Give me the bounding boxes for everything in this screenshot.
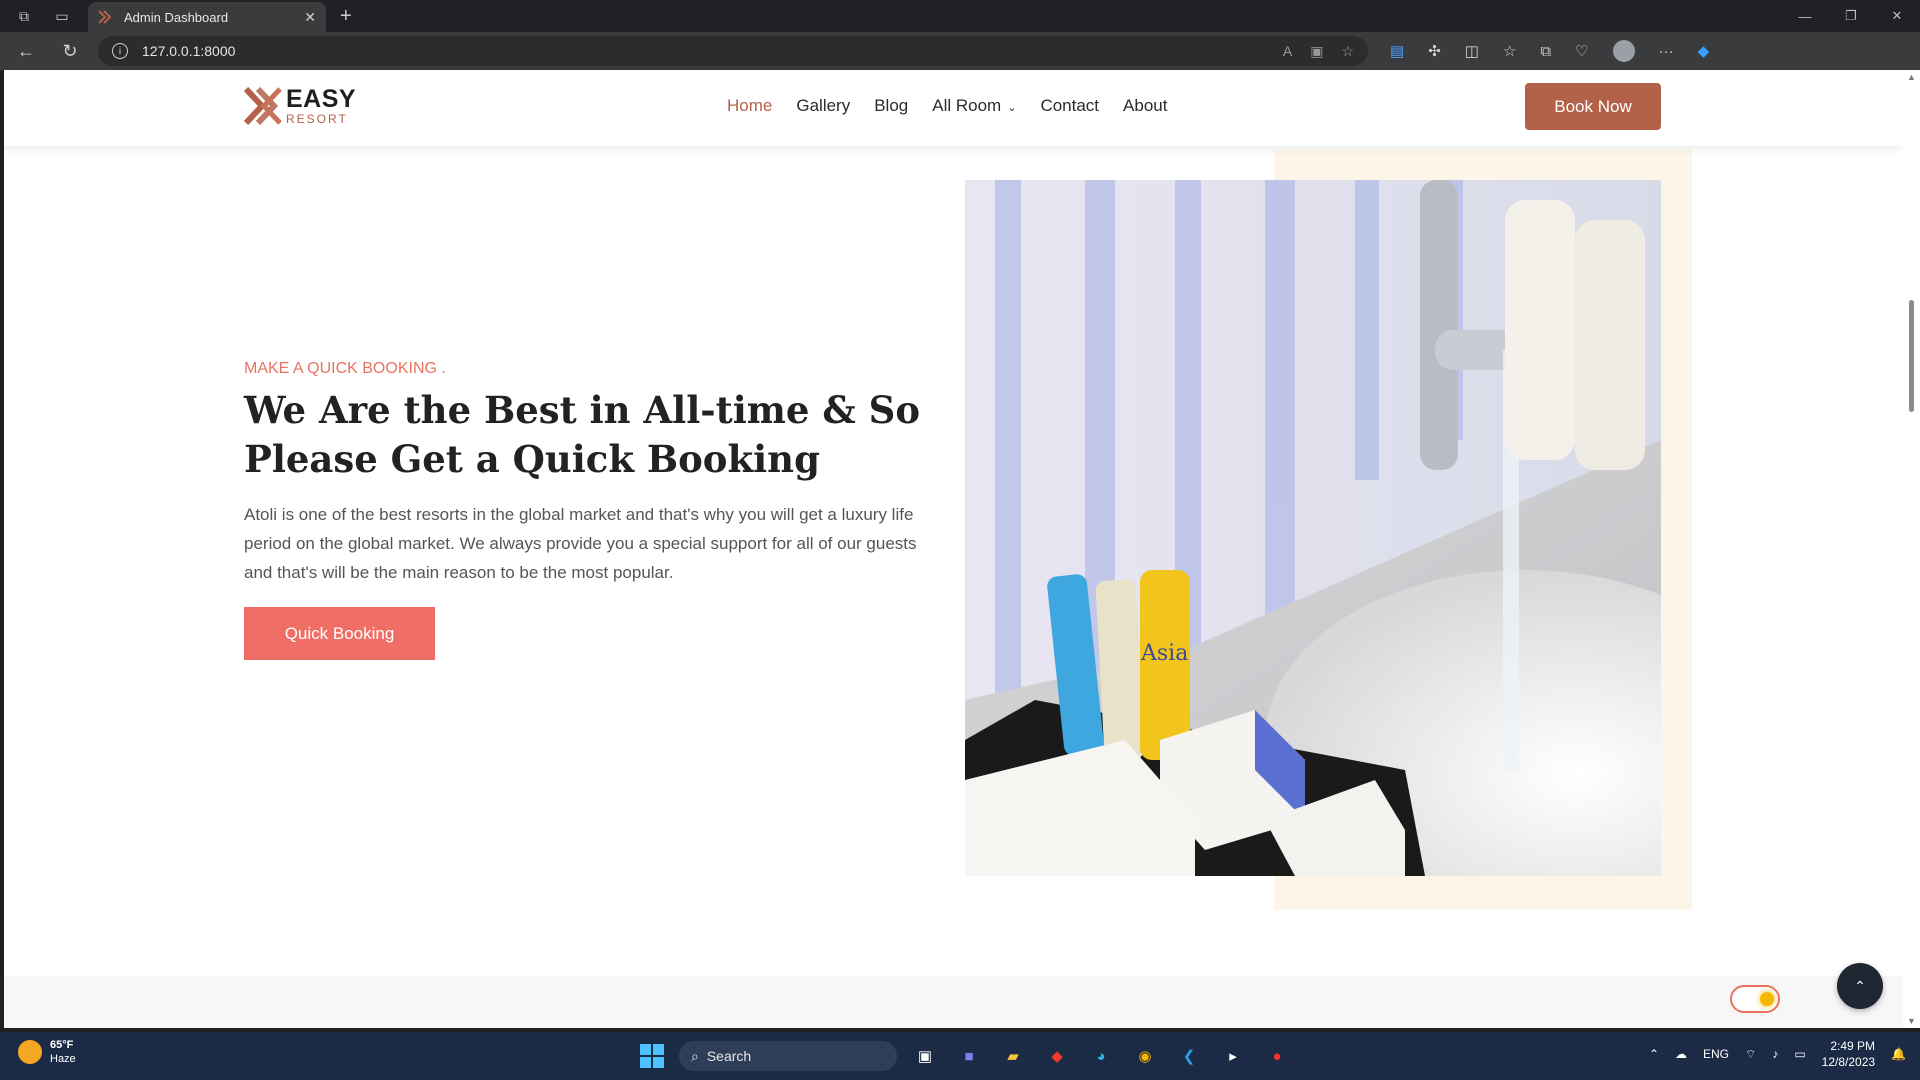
clock-date: 12/8/2023: [1821, 1055, 1876, 1069]
taskbar-apps: ⌕ Search ▣ ■ ▰ ◆ ◕ ◉ ❮ ▸ ●: [637, 1040, 1293, 1072]
theme-toggle[interactable]: [1730, 985, 1780, 1013]
chevron-up-icon[interactable]: ⌃: [1649, 1047, 1659, 1061]
copilot-icon[interactable]: ◆: [1698, 42, 1710, 60]
haze-weather-icon: [18, 1040, 42, 1064]
browser-toolbar: ▤ ✣ ◫ ☆ ⧉ ♡ ··· ◆: [1390, 40, 1709, 62]
task-view-icon[interactable]: ▣: [909, 1040, 941, 1072]
url-text: 127.0.0.1:8000: [142, 43, 236, 59]
teams-icon[interactable]: ■: [953, 1040, 985, 1072]
logo-main-text: EASY: [286, 85, 357, 113]
chrome-icon[interactable]: ◉: [1129, 1040, 1161, 1072]
hero-heading: We Are the Best in All-time & So Please …: [244, 388, 921, 481]
red-app-icon[interactable]: ◆: [1041, 1040, 1073, 1072]
weather-widget[interactable]: 65°F Haze: [18, 1038, 76, 1066]
nav-about[interactable]: About: [1123, 96, 1167, 116]
taskbar-search-label: Search: [706, 1048, 752, 1064]
new-tab-icon[interactable]: +: [340, 5, 352, 28]
favicon-icon: [98, 10, 112, 24]
more-menu-icon[interactable]: ···: [1659, 43, 1674, 60]
bathroom-amenities-image: Asia: [965, 180, 1661, 876]
back-icon[interactable]: ←: [8, 35, 44, 67]
taskbar-search[interactable]: ⌕ Search: [679, 1041, 897, 1071]
nav-contact[interactable]: Contact: [1040, 96, 1099, 116]
volume-icon[interactable]: ♪: [1772, 1047, 1778, 1061]
scroll-down-icon[interactable]: ▼: [1907, 1016, 1916, 1026]
scroll-up-icon[interactable]: ▲: [1907, 72, 1916, 82]
windows-taskbar: 65°F Haze ⌕ Search ▣ ■ ▰ ◆ ◕ ◉ ❮ ▸ ● ⌃ ☁…: [0, 1032, 1920, 1080]
split-screen-icon[interactable]: ◫: [1465, 42, 1479, 60]
tab-title: Admin Dashboard: [124, 9, 229, 25]
minimize-icon[interactable]: —: [1782, 0, 1828, 32]
page-scrollbar[interactable]: ▲ ▼: [1903, 70, 1920, 1028]
double-chevron-up-icon: ⌃: [1854, 977, 1866, 994]
battery-icon[interactable]: ▭: [1794, 1047, 1805, 1061]
nav-blog[interactable]: Blog: [874, 96, 908, 116]
scrollbar-thumb[interactable]: [1909, 300, 1914, 412]
browser-tab[interactable]: Admin Dashboard ✕: [88, 2, 326, 32]
web-page: EASY RESORT Home Gallery Blog All Room ⌄ …: [4, 70, 1903, 1028]
tab-actions-icon[interactable]: ▭: [48, 2, 76, 30]
performance-icon[interactable]: ♡: [1575, 42, 1588, 60]
restore-icon[interactable]: ❐: [1828, 0, 1874, 32]
address-bar: ← ↻ i 127.0.0.1:8000 A ▣ ☆ ▤ ✣ ◫ ☆ ⧉ ♡ ·…: [0, 32, 1920, 70]
clock[interactable]: 2:49 PM 12/8/2023: [1822, 1038, 1875, 1070]
edge-icon[interactable]: ◕: [1085, 1040, 1117, 1072]
search-icon: ⌕: [691, 1047, 699, 1064]
clock-time: 2:49 PM: [1830, 1039, 1876, 1053]
recorder-icon[interactable]: ●: [1261, 1040, 1293, 1072]
close-tab-icon[interactable]: ✕: [304, 9, 316, 26]
file-explorer-icon[interactable]: ▰: [997, 1040, 1029, 1072]
logo-sub-text: RESORT: [286, 112, 348, 126]
book-now-button[interactable]: Book Now: [1525, 83, 1661, 130]
sun-icon: [1760, 992, 1774, 1006]
extension-icon[interactable]: ▤: [1390, 42, 1404, 60]
workspaces-icon[interactable]: ⧉: [10, 2, 38, 30]
hero-image: Asia: [965, 180, 1661, 876]
onedrive-icon[interactable]: ☁: [1675, 1047, 1687, 1061]
read-aloud-icon[interactable]: A: [1283, 43, 1292, 60]
browser-tab-strip: ⧉ ▭ Admin Dashboard ✕ + — ❐ ✕: [0, 0, 1920, 32]
footer-band: [4, 976, 1903, 1028]
scroll-to-top-button[interactable]: ⌃: [1837, 963, 1883, 1009]
nav-all-room[interactable]: All Room ⌄: [932, 96, 1016, 116]
windows-start-icon[interactable]: [637, 1041, 667, 1071]
section-kicker: MAKE A QUICK BOOKING .: [244, 360, 446, 377]
close-window-icon[interactable]: ✕: [1874, 0, 1920, 32]
chevron-down-icon: ⌄: [1007, 102, 1017, 114]
terminal-icon[interactable]: ▸: [1217, 1040, 1249, 1072]
site-info-icon[interactable]: i: [112, 43, 128, 59]
collections-icon[interactable]: ⧉: [1540, 43, 1551, 60]
system-tray: ⌃ ☁ ENG ⌔ ♪ ▭ 2:49 PM 12/8/2023 🔔: [1649, 1038, 1906, 1070]
refresh-icon[interactable]: ↻: [52, 35, 88, 67]
weather-temp: 65°F: [50, 1039, 74, 1051]
extensions-puzzle-icon[interactable]: ✣: [1428, 42, 1441, 60]
weather-desc: Haze: [50, 1053, 76, 1065]
site-header: EASY RESORT Home Gallery Blog All Room ⌄ …: [4, 70, 1903, 146]
site-logo[interactable]: EASY RESORT: [244, 87, 356, 125]
main-navigation: Home Gallery Blog All Room ⌄ Contact Abou…: [727, 96, 1167, 116]
nav-all-room-label: All Room: [932, 96, 1002, 115]
immersive-reader-icon[interactable]: ▣: [1310, 43, 1323, 60]
quick-booking-button[interactable]: Quick Booking: [244, 607, 435, 660]
favorite-star-icon[interactable]: ☆: [1341, 43, 1354, 60]
hero-paragraph: Atoli is one of the best resorts in the …: [244, 505, 917, 582]
nav-gallery[interactable]: Gallery: [796, 96, 850, 116]
profile-avatar[interactable]: [1612, 40, 1635, 62]
window-controls: — ❐ ✕: [1782, 0, 1920, 32]
url-field[interactable]: i 127.0.0.1:8000 A ▣ ☆: [98, 36, 1368, 66]
wifi-icon[interactable]: ⌔: [1745, 1047, 1756, 1062]
vscode-icon[interactable]: ❮: [1173, 1040, 1205, 1072]
favorites-icon[interactable]: ☆: [1503, 42, 1516, 60]
notification-bell-icon[interactable]: 🔔: [1891, 1047, 1906, 1061]
asia-brand-text: Asia: [1140, 641, 1188, 666]
logo-mark-icon: [244, 87, 282, 125]
nav-home[interactable]: Home: [727, 96, 772, 116]
language-indicator[interactable]: ENG: [1703, 1047, 1729, 1061]
